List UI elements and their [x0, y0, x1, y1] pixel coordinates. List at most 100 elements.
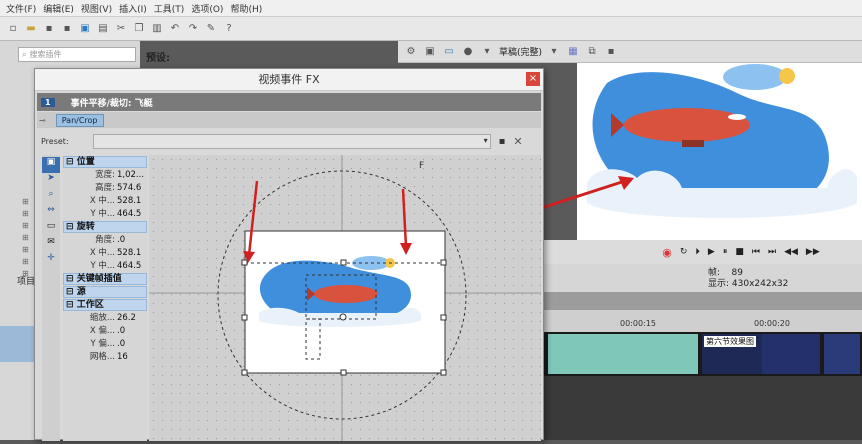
prev-frame-icon[interactable]: ⏮ — [752, 247, 760, 257]
property-value[interactable]: 464.5 — [117, 260, 147, 273]
play-from-start-icon[interactable]: ⏵ — [695, 247, 700, 257]
save-icon[interactable]: ▪ — [42, 22, 56, 36]
tree-row[interactable]: 网格... 16 — [63, 351, 147, 364]
move-free-icon[interactable]: ✉ — [42, 237, 60, 253]
lock-aspect-icon[interactable]: ⇔ — [42, 205, 60, 221]
size-about-center-icon[interactable]: ▭ — [42, 221, 60, 237]
property-value[interactable]: .0 — [117, 325, 147, 338]
chain-index[interactable]: 1 — [41, 97, 55, 107]
menu-tools[interactable]: 工具(T) — [154, 2, 185, 15]
property-value[interactable]: 1,02... — [117, 169, 147, 182]
paste-icon[interactable]: ▥ — [150, 22, 164, 36]
pointer-tool-icon[interactable]: ➤ — [42, 173, 60, 189]
record-icon[interactable]: ◉ — [662, 246, 672, 259]
property-value[interactable]: 574.6 — [117, 182, 147, 195]
menu-insert[interactable]: 插入(I) — [119, 2, 147, 15]
property-value[interactable]: 16 — [117, 351, 147, 364]
menu-view[interactable]: 视图(V) — [81, 2, 112, 15]
help-icon[interactable]: ? — [222, 22, 236, 36]
split-view-icon[interactable]: ▣ — [423, 45, 437, 59]
tree-row[interactable]: Y 中... 464.5 — [63, 208, 147, 221]
clip-label: 第六节效果图 — [704, 336, 756, 347]
grid-icon[interactable]: ▦ — [566, 45, 580, 59]
property-label: Y 中... — [90, 261, 116, 271]
play-icon[interactable]: ▶ — [708, 247, 715, 257]
timeline-ruler[interactable]: 00:00:15 00:00:20 — [540, 310, 862, 332]
preset-dropdown-icon[interactable]: ▾ — [484, 136, 488, 145]
ripple-icon[interactable]: ✎ — [204, 22, 218, 36]
menu-edit[interactable]: 编辑(E) — [43, 2, 74, 15]
save-as-icon[interactable]: ▪ — [60, 22, 74, 36]
redo-icon[interactable]: ↷ — [186, 22, 200, 36]
tree-row[interactable]: X 偏... .0 — [63, 325, 147, 338]
collapse-icon[interactable]: ⊟ — [66, 157, 77, 167]
property-value[interactable]: 528.1 — [117, 247, 147, 260]
undo-icon[interactable]: ↶ — [168, 22, 182, 36]
forward-icon[interactable]: ▶▶ — [806, 247, 820, 257]
preset-select[interactable]: ▾ — [92, 133, 491, 149]
timeline-clip-strip[interactable]: 第六节效果图 — [540, 332, 862, 376]
stop-icon[interactable]: ■ — [735, 247, 744, 257]
clip-thumbnails-c[interactable] — [762, 334, 820, 374]
close-icon[interactable]: × — [526, 72, 540, 86]
copy-icon[interactable]: ❐ — [132, 22, 146, 36]
tree-section[interactable]: ⊟ 旋转 — [63, 221, 147, 233]
property-value[interactable]: 464.5 — [117, 208, 147, 221]
settings-icon[interactable]: ⚙ — [404, 45, 418, 59]
menu-options[interactable]: 选项(O) — [191, 2, 223, 15]
tree-section[interactable]: ⊟ 源 — [63, 286, 147, 298]
tree-section[interactable]: ⊟ 关键帧插值 — [63, 273, 147, 285]
property-value[interactable]: 26.2 — [117, 312, 147, 325]
collapse-icon[interactable]: ⊟ — [66, 274, 77, 284]
tree-section[interactable]: ⊟ 工作区 — [63, 299, 147, 311]
property-value[interactable]: .0 — [117, 234, 147, 247]
select-tool-icon[interactable]: ▣ — [42, 157, 60, 173]
preview-quality-select[interactable]: 草稿(完整) — [499, 45, 542, 58]
delete-preset-icon[interactable]: ✕ — [513, 135, 522, 148]
collapse-icon[interactable]: ⊟ — [66, 222, 77, 232]
collapse-icon[interactable]: ⊟ — [66, 300, 77, 310]
open-folder-icon[interactable]: ▬ — [24, 22, 38, 36]
render-icon[interactable]: ▣ — [78, 22, 92, 36]
cut-icon[interactable]: ✂ — [114, 22, 128, 36]
move-xy-icon[interactable]: ✛ — [42, 253, 60, 269]
tree-row[interactable]: Y 中... 464.5 — [63, 260, 147, 273]
collapse-icon[interactable]: ⊟ — [66, 287, 77, 297]
tree-row[interactable]: Y 偏... .0 — [63, 338, 147, 351]
properties-icon[interactable]: ▤ — [96, 22, 110, 36]
tab-pan-crop[interactable]: Pan/Crop — [55, 113, 104, 127]
search-icon: ⌕ — [22, 49, 27, 59]
menu-file[interactable]: 文件(F) — [6, 2, 36, 15]
dropdown-icon[interactable]: ▾ — [480, 45, 494, 59]
menu-help[interactable]: 帮助(H) — [230, 2, 262, 15]
new-file-icon[interactable]: ▫ — [6, 22, 20, 36]
clip-thumbnails-a[interactable] — [548, 334, 698, 374]
display-value: 430x242x32 — [731, 279, 789, 289]
monitor-icon[interactable]: ▭ — [442, 45, 456, 59]
tree-row[interactable]: 角度: .0 — [63, 234, 147, 247]
plugin-search-input[interactable]: ⌕ 搜索插件 — [18, 47, 136, 62]
splitter[interactable] — [540, 292, 862, 310]
tree-section[interactable]: ⊟ 位置 — [63, 156, 147, 168]
tree-row[interactable]: 缩放... 26.2 — [63, 312, 147, 325]
pause-icon[interactable]: ⏸ — [723, 247, 728, 257]
save-snapshot-icon[interactable]: ▪ — [604, 45, 618, 59]
property-value[interactable]: 528.1 — [117, 195, 147, 208]
rewind-icon[interactable]: ◀◀ — [784, 247, 798, 257]
loop-icon[interactable]: ↻ — [680, 247, 688, 257]
tree-row[interactable]: X 中... 528.1 — [63, 195, 147, 208]
zoom-tool-icon[interactable]: ⌕ — [42, 189, 60, 205]
save-preset-icon[interactable]: ▪ — [499, 136, 506, 147]
property-value[interactable]: .0 — [117, 338, 147, 351]
copy-snapshot-icon[interactable]: ⧉ — [585, 45, 599, 59]
tree-row[interactable]: 宽度: 1,02... — [63, 169, 147, 182]
pan-crop-canvas[interactable]: F — [149, 155, 541, 441]
dialog-title: 视频事件 FX — [35, 69, 543, 91]
quality-dropdown-icon[interactable]: ▾ — [547, 45, 561, 59]
tree-row[interactable]: X 中... 528.1 — [63, 247, 147, 260]
pan-crop-workspace[interactable]: F — [149, 155, 541, 441]
next-frame-icon[interactable]: ⏭ — [768, 247, 776, 257]
color-icon[interactable]: ● — [461, 45, 475, 59]
clip-thumbnails-d[interactable] — [824, 334, 860, 374]
tree-row[interactable]: 高度: 574.6 — [63, 182, 147, 195]
